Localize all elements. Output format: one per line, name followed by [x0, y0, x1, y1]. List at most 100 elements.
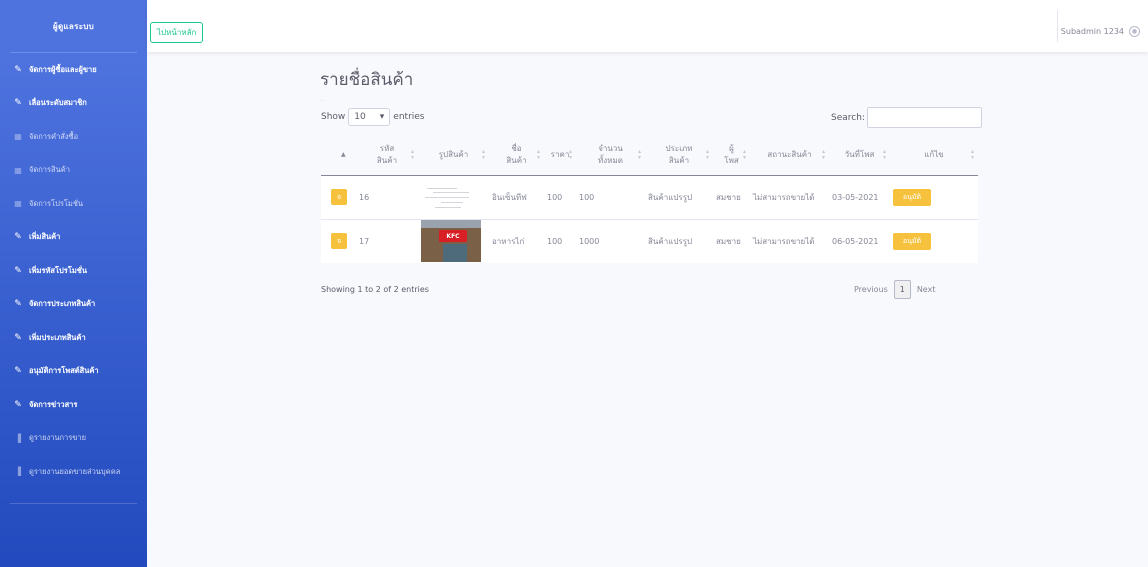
table-icon: ▦	[14, 132, 22, 142]
table-icon: ▦	[14, 199, 22, 209]
sort-icon: ▴ ▾	[410, 147, 414, 161]
edit-button[interactable]: จ	[331, 189, 347, 205]
sidebar-item-7[interactable]: ✎ จัดการประเภทสินค้า	[0, 288, 147, 322]
product-poster: สมชาย	[716, 192, 741, 202]
column-header-1[interactable]: รหัส สินค้า ▴ ▾	[356, 135, 418, 176]
sort-icon: ▴ ▾	[536, 147, 540, 161]
table-cell: 1000	[576, 218, 645, 263]
title-dot: .	[321, 96, 323, 103]
column-header-5[interactable]: จำนวน ทั้งหมด ▴ ▾	[576, 135, 645, 176]
table-cell: 06-05-2021	[829, 218, 890, 263]
home-button[interactable]: ไปหน้าหลัก	[150, 22, 204, 43]
previous-button[interactable]: Previous	[854, 285, 888, 294]
wrench-icon: ✎	[14, 299, 22, 310]
kfc-sign: KFC	[439, 230, 467, 243]
next-button[interactable]: Next	[917, 285, 936, 294]
table-cell: 100	[576, 174, 645, 219]
column-header-6[interactable]: ประเภทสินค้า ▴ ▾	[645, 135, 713, 176]
approve-button[interactable]: อนุมัติ	[893, 188, 931, 206]
chevron-down-icon: ▾	[379, 112, 385, 122]
search-input[interactable]	[866, 107, 982, 128]
column-header-8[interactable]: สถานะสินค้า ▴ ▾	[750, 135, 829, 176]
sidebar-item-label: จัดการคำสั่งซื้อ	[29, 131, 79, 141]
sidebar-item-label: เพิ่มรหัสโปรโมชั่น	[29, 265, 88, 275]
product-price: 100	[547, 236, 563, 246]
approve-button[interactable]: อนุมัติ	[893, 232, 931, 250]
chart-icon: ▐	[14, 467, 22, 477]
sidebar: ผู้ดูแลระบบ ✎ จัดการผู้ซื้อและผู้ขาย ✎ เลื่…	[0, 0, 147, 567]
column-header-label: วันที่โพส	[844, 149, 875, 159]
sidebar-item-2[interactable]: ▦ จัดการคำสั่งซื้อ	[0, 120, 147, 154]
column-header-label: ประเภท	[665, 143, 693, 153]
post-date: 06-05-2021	[832, 236, 879, 246]
column-header-label: แก้ไข	[924, 149, 944, 159]
column-header-4[interactable]: ราคา ▴ ▾	[544, 135, 576, 176]
wrench-icon: ✎	[14, 366, 22, 377]
topbar: ไปหน้าหลัก Subadmin 1234 ●	[147, 0, 1148, 52]
column-header-label: สินค้า	[376, 155, 398, 165]
wrench-icon: ✎	[14, 64, 22, 75]
sort-icon: ▴ ▾	[568, 147, 572, 161]
sidebar-item-5[interactable]: ✎ เพิ่มสินค้า	[0, 221, 147, 255]
sidebar-item-11[interactable]: ▐ ดูรายงานการขาย	[0, 422, 147, 456]
sidebar-brand[interactable]: ผู้ดูแลระบบ	[0, 0, 147, 52]
sort-icon: ▴ ▾	[742, 147, 746, 161]
sidebar-item-9[interactable]: ✎ อนุมัติการโพสต์สินค้า	[0, 355, 147, 389]
column-header-9[interactable]: วันที่โพส ▴ ▾	[829, 135, 890, 176]
table-cell: สินค้าแปรรูป	[645, 174, 713, 219]
sidebar-item-4[interactable]: ▦ จัดการโปรโมชั่น	[0, 187, 147, 221]
column-header-label: สินค้า	[506, 155, 527, 165]
sidebar-item-label: เลื่อนระดับสมาชิก	[29, 98, 87, 108]
wrench-icon: ✎	[14, 98, 22, 109]
column-header-10[interactable]: แก้ไข ▴ ▾	[890, 135, 978, 176]
sidebar-item-3[interactable]: ▦ จัดการสินค้า	[0, 154, 147, 188]
table-cell: จ	[321, 218, 356, 263]
sidebar-item-label: จัดการข่าวสาร	[29, 399, 78, 409]
table-cell: 100	[544, 174, 576, 219]
sidebar-item-0[interactable]: ✎ จัดการผู้ซื้อและผู้ขาย	[0, 53, 147, 87]
sort-icon: ▴ ▾	[882, 147, 886, 161]
user-menu[interactable]: Subadmin 1234 ●	[1061, 26, 1140, 37]
table-cell: ไม่สามารถขายได้	[750, 174, 829, 219]
table-cell: จ	[321, 174, 356, 219]
product-price: 100	[547, 192, 563, 202]
sort-icon: ▴ ▾	[970, 147, 974, 161]
table-row: จ 17 KFC อาหารไก่ 100 1000 สินค้าแปรรูป สมชาย ไม…	[321, 218, 978, 263]
kfc-store-image: KFC	[421, 220, 481, 263]
products-table: ▲ รหัส สินค้า ▴ ▾ รูปสินค้า ▴ ▾ ชื่อ สินค้า ▴ ▾ ราคา…	[321, 135, 978, 263]
product-type: สินค้าแปรรูป	[648, 236, 693, 246]
table-icon: ▦	[14, 165, 22, 175]
sidebar-item-8[interactable]: ✎ เพิ่มประเภทสินค้า	[0, 321, 147, 355]
column-header-2[interactable]: รูปสินค้า ▴ ▾	[418, 135, 489, 176]
search-control: Search:	[831, 107, 982, 128]
sidebar-item-label: อนุมัติการโพสต์สินค้า	[29, 366, 99, 376]
product-status: ไม่สามารถขายได้	[753, 236, 815, 246]
sidebar-item-12[interactable]: ▐ ดูรายงานยอดขายส่วนบุคคล	[0, 455, 147, 489]
wrench-icon: ✎	[14, 232, 22, 243]
edit-button[interactable]: จ	[331, 233, 347, 250]
sidebar-item-10[interactable]: ✎ จัดการข่าวสาร	[0, 388, 147, 422]
pale-sketch-image	[421, 180, 477, 214]
pagination: Previous 1 Next	[854, 280, 935, 299]
column-header-label: สินค้า	[668, 155, 690, 165]
sort-icon: ▴ ▾	[821, 147, 825, 161]
table-cell: 17	[356, 218, 418, 263]
sidebar-item-6[interactable]: ✎ เพิ่มรหัสโปรโมชั่น	[0, 254, 147, 288]
sidebar-divider	[10, 502, 137, 504]
entries-select[interactable]: 10 ▾	[348, 108, 391, 126]
column-header-7[interactable]: ผู้ โพส ▴ ▾	[713, 135, 750, 176]
column-header-label: รูปสินค้า	[438, 149, 469, 159]
page-1-button[interactable]: 1	[893, 280, 911, 299]
sidebar-item-label: ดูรายงานยอดขายส่วนบุคคล	[29, 466, 121, 476]
product-name: อาหารไก่	[492, 236, 525, 246]
sort-icon: ▴ ▾	[705, 147, 709, 161]
sidebar-item-label: จัดการโปรโมชั่น	[29, 198, 84, 208]
table-cell: 100	[544, 218, 576, 263]
sidebar-item-1[interactable]: ✎ เลื่อนระดับสมาชิก	[0, 87, 147, 121]
column-header-3[interactable]: ชื่อ สินค้า ▴ ▾	[489, 135, 544, 176]
table-cell: สมชาย	[713, 218, 750, 263]
column-header-0[interactable]: ▲	[321, 135, 356, 176]
page-title: รายชื่อสินค้า	[320, 70, 414, 90]
sidebar-item-label: จัดการสินค้า	[29, 165, 70, 175]
sort-asc-icon: ▲	[341, 150, 346, 158]
